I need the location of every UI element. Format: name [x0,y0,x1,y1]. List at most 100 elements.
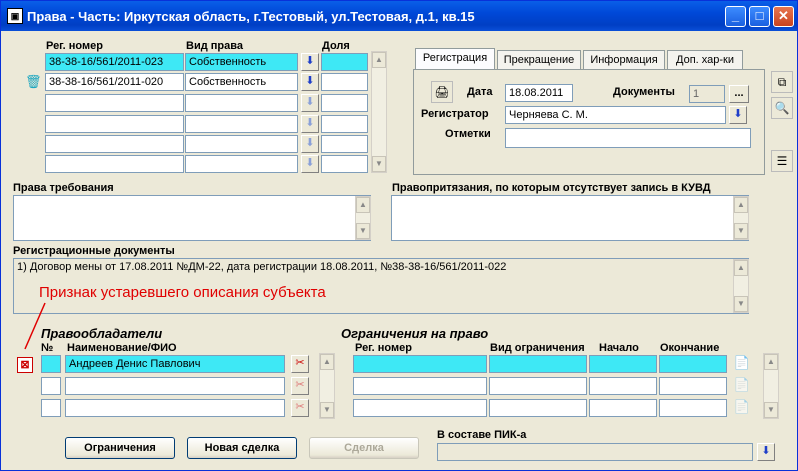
dropdown-arrow-icon[interactable]: ⬇ [301,115,319,133]
document-icon[interactable]: 📄 [733,399,751,417]
pik-dropdown-icon[interactable]: ⬇ [757,443,775,461]
tab-information[interactable]: Информация [583,50,665,70]
deal-button[interactable]: Сделка [309,437,419,459]
documents-label: Документы [613,86,675,98]
right-reg-number[interactable] [45,94,184,112]
right-share[interactable] [321,135,368,153]
reg-docs-scrollbar[interactable]: ▲ ▼ [733,259,749,313]
right-kind[interactable] [185,115,298,133]
scroll-down-icon[interactable]: ▼ [734,223,748,239]
dropdown-arrow-icon[interactable]: ⬇ [301,73,319,91]
magnifier-icon[interactable]: 🔍 [771,97,793,119]
scroll-up-icon[interactable]: ▲ [734,197,748,213]
scroll-down-icon[interactable]: ▼ [372,156,386,172]
scroll-up-icon[interactable]: ▲ [356,197,370,213]
restr-start-cell[interactable] [589,399,657,417]
document-icon[interactable]: 📄 [733,355,751,373]
pretensions-textarea[interactable] [391,195,749,241]
close-button[interactable]: ✕ [773,6,794,27]
restr-end-cell[interactable] [659,377,727,395]
restr-reg-cell[interactable] [353,355,487,373]
restr-start-cell[interactable] [589,377,657,395]
right-kind[interactable]: Собственность [185,53,298,71]
claims-textarea[interactable] [13,195,371,241]
scroll-down-icon[interactable]: ▼ [764,402,778,418]
rights-scrollbar[interactable]: ▲ ▼ [371,51,387,173]
documents-count: 1 [689,85,725,103]
right-share[interactable] [321,94,368,112]
right-share[interactable] [321,155,368,173]
trash-icon[interactable]: 🗑 [25,75,42,89]
documents-ellipsis-button[interactable]: ... [729,85,749,103]
registrar-field[interactable]: Черняева С. М. [505,106,726,124]
main-window: ▣ Права - Часть: Иркутская область, г.Те… [0,0,798,471]
restr-end-cell[interactable] [659,399,727,417]
registrar-dropdown-icon[interactable]: ⬇ [729,106,747,124]
holder-name[interactable]: Андреев Денис Павлович [65,355,285,373]
scroll-up-icon[interactable]: ▲ [734,260,748,276]
pretensions-scrollbar[interactable]: ▲ ▼ [733,196,749,240]
minimize-button[interactable]: _ [725,6,746,27]
maximize-button[interactable]: □ [749,6,770,27]
scroll-down-icon[interactable]: ▼ [320,402,334,418]
tab-registration[interactable]: Регистрация [415,48,495,70]
date-label: Дата [467,86,493,98]
holders-scrollbar[interactable]: ▲ ▼ [319,353,335,419]
dropdown-arrow-icon[interactable]: ⬇ [301,53,319,71]
restr-kind-cell[interactable] [489,377,587,395]
scroll-up-icon[interactable]: ▲ [764,354,778,370]
app-icon[interactable]: ▣ [7,8,23,24]
right-share[interactable] [321,115,368,133]
right-reg-number[interactable] [45,155,184,173]
scroll-down-icon[interactable]: ▼ [734,296,748,312]
scroll-up-icon[interactable]: ▲ [320,354,334,370]
restrictions-scrollbar[interactable]: ▲ ▼ [763,353,779,419]
restr-col-start: Начало [599,342,639,354]
restr-kind-cell[interactable] [489,399,587,417]
notes-field[interactable] [505,128,751,148]
restr-start-cell[interactable] [589,355,657,373]
right-reg-number[interactable] [45,135,184,153]
holder-num[interactable] [41,399,61,417]
right-share[interactable] [321,73,368,91]
copy-icon[interactable]: ⧉ [771,71,793,93]
new-deal-button[interactable]: Новая сделка [187,437,297,459]
claims-scrollbar[interactable]: ▲ ▼ [355,196,371,240]
dropdown-arrow-icon[interactable]: ⬇ [301,135,319,153]
right-kind[interactable]: Собственность [185,73,298,91]
delete-holder-icon[interactable]: ✂ [291,377,309,395]
holder-name[interactable] [65,399,285,417]
holder-num[interactable] [41,355,61,373]
restr-kind-cell[interactable] [489,355,587,373]
tab-extra[interactable]: Доп. хар-ки [667,50,743,70]
delete-holder-icon[interactable]: ✂ [291,355,309,373]
outdated-subject-icon[interactable]: ⊠ [17,357,33,373]
holder-name[interactable] [65,377,285,395]
right-kind[interactable] [185,155,298,173]
scroll-up-icon[interactable]: ▲ [372,52,386,68]
right-share[interactable] [321,53,368,71]
document-icon[interactable]: 📄 [733,377,751,395]
date-field[interactable]: 18.08.2011 [505,84,573,102]
holder-num[interactable] [41,377,61,395]
delete-holder-icon[interactable]: ✂ [291,399,309,417]
holders-title: Правообладатели [41,326,163,341]
tab-termination[interactable]: Прекращение [497,50,581,70]
restr-reg-cell[interactable] [353,399,487,417]
right-reg-number[interactable]: 38-38-16/561/2011-020 [45,73,184,91]
restr-reg-cell[interactable] [353,377,487,395]
pik-field[interactable] [437,443,753,461]
restr-end-cell[interactable] [659,355,727,373]
dropdown-arrow-icon[interactable]: ⬇ [301,94,319,112]
dropdown-arrow-icon[interactable]: ⬇ [301,155,319,173]
right-reg-number[interactable]: 38-38-16/561/2011-023 [45,53,184,71]
right-kind[interactable] [185,94,298,112]
restrictions-button[interactable]: Ограничения [65,437,175,459]
title-bar[interactable]: ▣ Права - Часть: Иркутская область, г.Те… [1,1,797,31]
right-reg-number[interactable] [45,115,184,133]
right-kind[interactable] [185,135,298,153]
scroll-down-icon[interactable]: ▼ [356,223,370,239]
list-icon[interactable]: ☰ [771,150,793,172]
printer-icon[interactable]: 🖨 [431,81,453,103]
restr-col-reg: Рег. номер [355,342,412,354]
